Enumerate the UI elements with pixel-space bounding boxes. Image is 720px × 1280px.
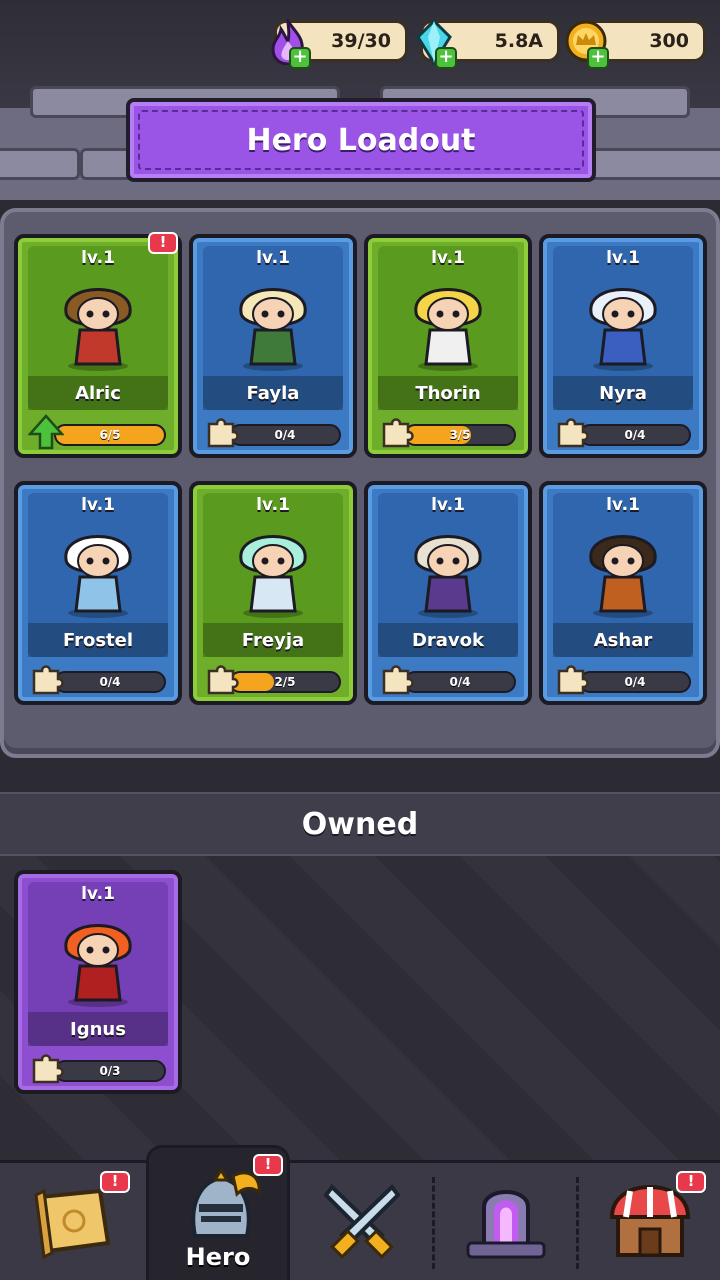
hero-portrait-fayla bbox=[217, 268, 329, 372]
shard-progress-bar: 0/3 bbox=[54, 1060, 166, 1082]
hero-level: lv.1 bbox=[81, 884, 115, 904]
hero-level: lv.1 bbox=[431, 248, 465, 268]
hero-name: Fayla bbox=[203, 376, 343, 410]
shard-progress-bar: 0/4 bbox=[579, 671, 691, 693]
progress-text: 0/3 bbox=[99, 1064, 121, 1078]
hero-portrait-alric bbox=[42, 268, 154, 372]
energy-counter[interactable]: + 39/30 bbox=[271, 19, 408, 69]
hero-card-nyra[interactable]: lv.1 Nyra 0/4 bbox=[539, 234, 707, 458]
hero-portrait-frostel bbox=[42, 515, 154, 619]
shard-progress-bar: 0/4 bbox=[54, 671, 166, 693]
owned-header: Owned bbox=[0, 792, 720, 856]
portal-icon bbox=[466, 1190, 546, 1259]
hero-name: Alric bbox=[28, 376, 168, 410]
bottom-nav: ! ! Hero ! bbox=[0, 1145, 720, 1280]
hero-portrait-thorin bbox=[392, 268, 504, 372]
hero-card-ashar[interactable]: lv.1 Ashar 0/4 bbox=[539, 481, 707, 705]
hero-name: Freyja bbox=[203, 623, 343, 657]
shard-progress-bar: 0/4 bbox=[404, 671, 516, 693]
nav-shop-button[interactable]: ! bbox=[578, 1163, 720, 1280]
hero-level: lv.1 bbox=[81, 495, 115, 515]
hero-alert-badge: ! bbox=[148, 232, 178, 254]
add-energy-icon[interactable]: + bbox=[289, 47, 311, 69]
progress-text: 2/5 bbox=[274, 675, 296, 689]
hero-card-dravok[interactable]: lv.1 Dravok 0/4 bbox=[364, 481, 532, 705]
puzzle-piece-icon bbox=[378, 661, 414, 697]
energy-value: 39/30 bbox=[331, 30, 391, 52]
diamond-icon: + bbox=[411, 17, 457, 69]
gem-value: 5.8A bbox=[494, 30, 543, 52]
knight-helmet-icon bbox=[191, 1167, 261, 1238]
nav-portal-button[interactable] bbox=[434, 1163, 578, 1280]
coin-counter[interactable]: + 300 bbox=[565, 20, 706, 69]
crown-coin-icon: + bbox=[563, 17, 609, 69]
hero-card-thorin[interactable]: lv.1 Thorin 3/5 bbox=[364, 234, 532, 458]
hero-loadout-banner: Hero Loadout bbox=[126, 98, 596, 182]
upgrade-arrow-icon[interactable] bbox=[27, 414, 65, 450]
hero-name: Thorin bbox=[378, 376, 518, 410]
nav-battle-button[interactable] bbox=[290, 1163, 434, 1280]
progress-text: 0/4 bbox=[624, 428, 646, 442]
progress-text: 0/4 bbox=[99, 675, 121, 689]
puzzle-piece-icon bbox=[28, 1050, 64, 1086]
hero-level: lv.1 bbox=[256, 495, 290, 515]
progress-text: 0/4 bbox=[624, 675, 646, 689]
add-coin-icon[interactable]: + bbox=[587, 47, 609, 69]
hero-portrait-ashar bbox=[567, 515, 679, 619]
nav-map-button[interactable]: ! bbox=[0, 1163, 144, 1280]
puzzle-piece-icon bbox=[553, 414, 589, 450]
hero-level: lv.1 bbox=[606, 495, 640, 515]
hero-portrait-nyra bbox=[567, 268, 679, 372]
shard-progress-bar: 0/4 bbox=[229, 424, 341, 446]
hero-name: Frostel bbox=[28, 623, 168, 657]
banner-title: Hero Loadout bbox=[246, 122, 476, 158]
add-gem-icon[interactable]: + bbox=[435, 47, 457, 69]
coin-value: 300 bbox=[649, 30, 689, 52]
puzzle-piece-icon bbox=[378, 414, 414, 450]
owned-title: Owned bbox=[301, 806, 419, 842]
hero-card-freyja[interactable]: lv.1 Freyja 2/5 bbox=[189, 481, 357, 705]
shard-progress-bar: 6/5 bbox=[54, 424, 166, 446]
shard-progress-bar: 2/5 bbox=[229, 671, 341, 693]
shard-progress-bar: 3/5 bbox=[404, 424, 516, 446]
progress-text: 6/5 bbox=[99, 428, 121, 442]
nav-hero-label: Hero bbox=[185, 1243, 251, 1271]
shop-alert-badge: ! bbox=[676, 1171, 706, 1193]
hero-name: Dravok bbox=[378, 623, 518, 657]
gem-counter[interactable]: + 5.8A bbox=[416, 19, 560, 69]
purple-flame-icon: + bbox=[265, 17, 311, 69]
hero-card-alric[interactable]: lv.1 Alric 6/5 bbox=[14, 234, 182, 458]
hero-portrait-freyja bbox=[217, 515, 329, 619]
hero-card-ignus[interactable]: lv.1 Ignus 0/3 bbox=[14, 870, 182, 1094]
progress-text: 0/4 bbox=[449, 675, 471, 689]
puzzle-piece-icon bbox=[28, 661, 64, 697]
hero-portrait-dravok bbox=[392, 515, 504, 619]
progress-text: 3/5 bbox=[449, 428, 471, 442]
hero-name: Ashar bbox=[553, 623, 693, 657]
wall-brick bbox=[580, 148, 720, 180]
map-alert-badge: ! bbox=[100, 1171, 130, 1193]
hero-level: lv.1 bbox=[606, 248, 640, 268]
hero-card-frostel[interactable]: lv.1 Frostel 0/4 bbox=[14, 481, 182, 705]
wall-brick bbox=[0, 148, 80, 180]
puzzle-piece-icon bbox=[203, 661, 239, 697]
hero-name: Nyra bbox=[553, 376, 693, 410]
hero-alert-badge: ! bbox=[253, 1154, 283, 1176]
puzzle-piece-icon bbox=[203, 414, 239, 450]
hero-card-fayla[interactable]: lv.1 Fayla 0/4 bbox=[189, 234, 357, 458]
hero-level: lv.1 bbox=[431, 495, 465, 515]
shard-progress-bar: 0/4 bbox=[579, 424, 691, 446]
hero-level: lv.1 bbox=[256, 248, 290, 268]
nav-hero-button[interactable]: ! Hero bbox=[146, 1145, 290, 1280]
puzzle-piece-icon bbox=[553, 661, 589, 697]
hero-portrait-ignus bbox=[42, 904, 154, 1008]
crossed-swords-icon bbox=[323, 1183, 401, 1259]
currency-bar: + 39/30 + 5.8A + 300 bbox=[271, 19, 706, 69]
hero-name: Ignus bbox=[28, 1012, 168, 1046]
progress-text: 0/4 bbox=[274, 428, 296, 442]
